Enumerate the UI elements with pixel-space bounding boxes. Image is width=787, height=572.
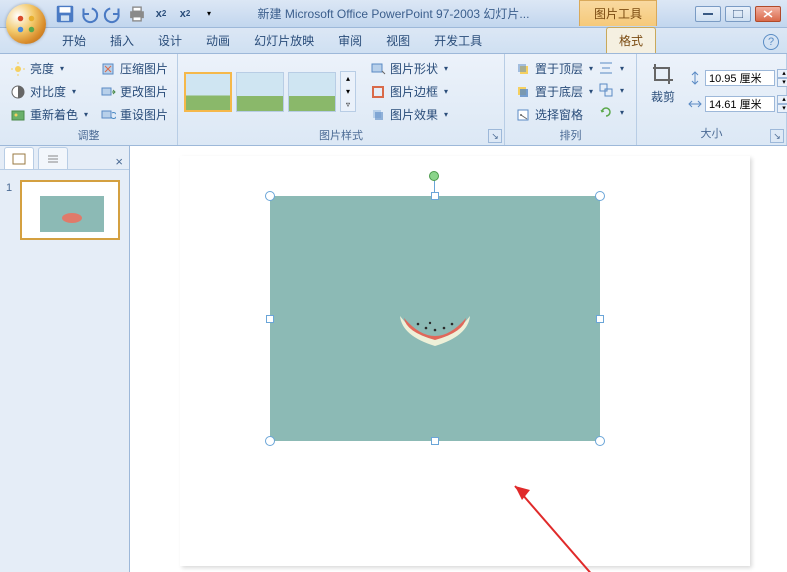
style-thumb-3[interactable] xyxy=(288,72,336,112)
size-dialog-launcher[interactable]: ↘ xyxy=(770,129,784,143)
tab-developer[interactable]: 开发工具 xyxy=(422,28,494,53)
crop-label: 裁剪 xyxy=(651,88,675,105)
outline-tab[interactable] xyxy=(38,147,68,169)
slide-number: 1 xyxy=(6,182,12,194)
styles-dialog-launcher[interactable]: ↘ xyxy=(488,129,502,143)
redo-button[interactable] xyxy=(102,3,124,25)
send-back-label: 置于底层 xyxy=(535,83,583,100)
selected-picture[interactable] xyxy=(270,196,600,441)
handle-tm[interactable] xyxy=(431,192,439,200)
tab-animation[interactable]: 动画 xyxy=(194,28,242,53)
picture-border-button[interactable]: 图片边框▾ xyxy=(366,81,452,102)
crop-button[interactable]: 裁剪 xyxy=(643,58,683,123)
handle-ml[interactable] xyxy=(266,315,274,323)
change-picture-button[interactable]: 更改图片 xyxy=(96,81,172,102)
style-thumb-2[interactable] xyxy=(236,72,284,112)
quick-access-toolbar: x2 x2 ▾ xyxy=(54,3,220,25)
help-button[interactable]: ? xyxy=(763,34,779,50)
slide-thumbnail-1[interactable]: 1 xyxy=(8,180,121,240)
align-button[interactable]: ▾ xyxy=(596,58,626,78)
slide-canvas[interactable] xyxy=(180,156,750,566)
picture-shape-label: 图片形状 xyxy=(390,60,438,77)
tab-design[interactable]: 设计 xyxy=(146,28,194,53)
size-group-label: 大小 xyxy=(643,123,780,143)
width-down[interactable]: ▾ xyxy=(777,104,787,113)
change-picture-label: 更改图片 xyxy=(120,83,168,100)
selection-pane-label: 选择窗格 xyxy=(535,106,583,123)
picture-shape-button[interactable]: 图片形状▾ xyxy=(366,58,452,79)
group-button[interactable]: ▾ xyxy=(596,80,626,100)
styles-group-label: 图片样式 xyxy=(184,125,498,145)
contrast-button[interactable]: 对比度▾ xyxy=(6,81,92,102)
gallery-down[interactable]: ▾ xyxy=(341,85,355,98)
tab-view[interactable]: 视图 xyxy=(374,28,422,53)
slide-panel: × 1 xyxy=(0,146,130,572)
window-title: 新建 Microsoft Office PowerPoint 97-2003 幻… xyxy=(258,5,530,22)
brightness-button[interactable]: 亮度▾ xyxy=(6,58,92,79)
reset-picture-button[interactable]: 重设图片 xyxy=(96,104,172,125)
title-bar: x2 x2 ▾ 新建 Microsoft Office PowerPoint 9… xyxy=(0,0,787,28)
tab-home[interactable]: 开始 xyxy=(50,28,98,53)
tab-insert[interactable]: 插入 xyxy=(98,28,146,53)
rotation-handle[interactable] xyxy=(429,171,439,181)
contextual-tab-label: 图片工具 xyxy=(579,0,657,26)
undo-button[interactable] xyxy=(78,3,100,25)
rotate-button[interactable]: ▾ xyxy=(596,102,626,122)
handle-tr[interactable] xyxy=(595,191,605,201)
superscript-button[interactable]: x2 xyxy=(150,3,172,25)
close-button[interactable] xyxy=(755,6,781,22)
height-icon xyxy=(687,70,703,86)
handle-bl[interactable] xyxy=(265,436,275,446)
tab-format[interactable]: 格式 xyxy=(606,27,656,53)
height-down[interactable]: ▾ xyxy=(777,78,787,87)
slide-canvas-area[interactable] xyxy=(130,146,787,572)
width-up[interactable]: ▴ xyxy=(777,95,787,104)
adjust-group-label: 调整 xyxy=(6,125,171,145)
print-button[interactable] xyxy=(126,3,148,25)
handle-mr[interactable] xyxy=(596,315,604,323)
panel-close-button[interactable]: × xyxy=(115,154,123,169)
height-input[interactable] xyxy=(705,70,775,86)
reset-picture-label: 重设图片 xyxy=(120,106,168,123)
handle-bm[interactable] xyxy=(431,437,439,445)
handle-tl[interactable] xyxy=(265,191,275,201)
minimize-button[interactable] xyxy=(695,6,721,22)
arrange-group-label: 排列 xyxy=(511,125,630,145)
watermelon-image xyxy=(390,306,480,356)
work-area: × 1 xyxy=(0,146,787,572)
compress-label: 压缩图片 xyxy=(120,60,168,77)
ribbon: 亮度▾ 对比度▾ 重新着色▾ 压缩图片 更改图片 重设图片 调整 ▴ ▾ ▿ xyxy=(0,54,787,146)
bring-front-label: 置于顶层 xyxy=(535,60,583,77)
tab-review[interactable]: 审阅 xyxy=(326,28,374,53)
width-icon xyxy=(687,96,703,112)
gallery-more[interactable]: ▿ xyxy=(341,98,355,111)
picture-effects-label: 图片效果 xyxy=(390,106,438,123)
picture-effects-button[interactable]: 图片效果▾ xyxy=(366,104,452,125)
brightness-label: 亮度 xyxy=(30,60,54,77)
send-back-button[interactable]: 置于底层▾ xyxy=(511,81,597,102)
qat-customize[interactable]: ▾ xyxy=(198,3,220,25)
style-thumb-1[interactable] xyxy=(184,72,232,112)
bring-front-button[interactable]: 置于顶层▾ xyxy=(511,58,597,79)
maximize-button[interactable] xyxy=(725,6,751,22)
picture-border-label: 图片边框 xyxy=(390,83,438,100)
picture-styles-gallery[interactable]: ▴ ▾ ▿ xyxy=(184,58,356,125)
width-input[interactable] xyxy=(705,96,775,112)
selection-pane-button[interactable]: 选择窗格 xyxy=(511,104,597,125)
ribbon-tabs: 开始 插入 设计 动画 幻灯片放映 审阅 视图 开发工具 格式 ? xyxy=(0,28,787,54)
recolor-button[interactable]: 重新着色▾ xyxy=(6,104,92,125)
subscript-button[interactable]: x2 xyxy=(174,3,196,25)
compress-button[interactable]: 压缩图片 xyxy=(96,58,172,79)
save-button[interactable] xyxy=(54,3,76,25)
handle-br[interactable] xyxy=(595,436,605,446)
recolor-label: 重新着色 xyxy=(30,106,78,123)
gallery-up[interactable]: ▴ xyxy=(341,72,355,85)
contrast-label: 对比度 xyxy=(30,83,66,100)
tab-slideshow[interactable]: 幻灯片放映 xyxy=(242,28,326,53)
height-up[interactable]: ▴ xyxy=(777,69,787,78)
office-button[interactable] xyxy=(6,4,46,44)
slides-tab[interactable] xyxy=(4,147,34,169)
